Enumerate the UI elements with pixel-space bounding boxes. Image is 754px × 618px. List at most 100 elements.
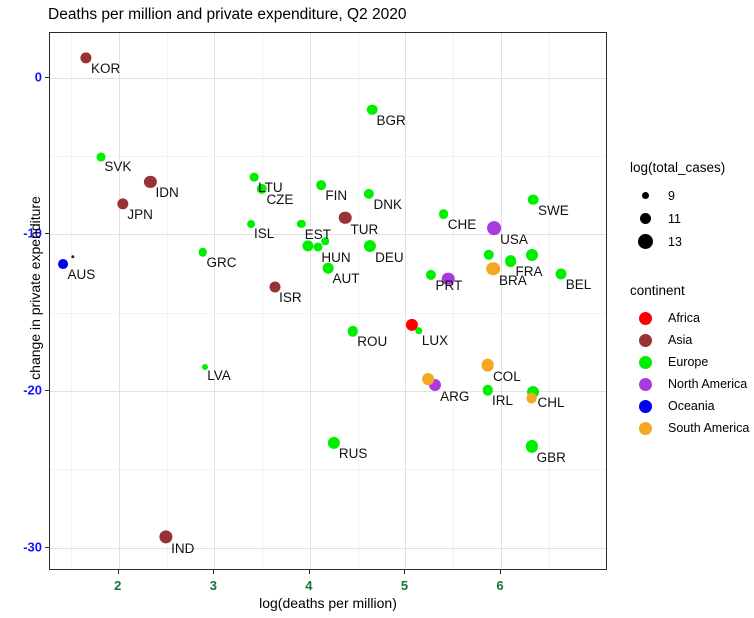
point-label: RUS (338, 446, 368, 462)
point-label: ROU (357, 334, 388, 350)
point-label: BEL (565, 277, 592, 293)
point-label: ISL (253, 226, 275, 242)
continent-legend-dot-icon (630, 399, 660, 413)
gridline-vertical (118, 33, 120, 569)
chart-root: Deaths per million and private expenditu… (0, 0, 754, 618)
size-legend-rows: 9 11 13 (630, 184, 725, 253)
continent-legend-label: Asia (668, 333, 693, 347)
size-legend: log(total_cases) 9 11 13 (630, 160, 725, 253)
point-label: GBR (536, 450, 566, 466)
continent-legend-item[interactable]: North America (630, 373, 749, 395)
size-legend-item[interactable]: 9 (630, 184, 725, 207)
point-label: PRT (435, 278, 463, 294)
size-legend-title: log(total_cases) (630, 160, 726, 175)
continent-legend-label: Oceania (668, 399, 715, 413)
point-label: LVA (207, 368, 231, 384)
continent-legend-label: Europe (668, 355, 709, 369)
continent-legend-dot-icon (630, 355, 660, 369)
point-label: IND (171, 540, 195, 556)
y-tick-mark (45, 546, 49, 548)
point-label: ISR (279, 290, 302, 306)
point-label: JPN (127, 207, 153, 223)
point-label: CHL (537, 395, 565, 411)
data-point[interactable] (483, 249, 494, 260)
y-tick-label: 0 (34, 69, 42, 85)
point-label: DNK (373, 196, 402, 212)
gridline-vertical-minor (71, 33, 73, 569)
point-label: GRC (206, 254, 237, 270)
point-label: FRA (515, 264, 543, 280)
size-legend-dot-icon (630, 234, 660, 249)
x-tick-label: 2 (114, 578, 122, 593)
gridline-vertical-minor (262, 33, 264, 569)
point-label: IRL (492, 393, 514, 409)
x-tick-mark (499, 570, 501, 574)
plot-panel[interactable]: KOR BGR SVK LTU CZE IDN FIN DNK JPN SWE TUR CHE ISL E… (49, 32, 607, 570)
gridline-horizontal-minor (50, 312, 606, 314)
size-legend-item[interactable]: 11 (630, 207, 725, 230)
point-label: FIN (325, 187, 348, 203)
continent-legend-title: continent (630, 283, 685, 298)
x-tick-label: 5 (400, 578, 409, 593)
gridline-vertical (309, 33, 311, 569)
point-label: KOR (91, 61, 121, 77)
gridline-horizontal (50, 77, 606, 79)
continent-legend-item[interactable]: Europe (630, 351, 749, 373)
point-label: BGR (376, 112, 406, 128)
gridline-vertical-minor (357, 33, 359, 569)
y-tick-mark (45, 389, 49, 391)
point-label: SWE (537, 203, 569, 218)
x-tick-label: 6 (496, 578, 504, 593)
gridline-horizontal (50, 547, 606, 549)
gridline-vertical-minor (166, 33, 168, 569)
x-tick-mark (117, 570, 119, 574)
size-legend-item[interactable]: 13 (630, 230, 725, 253)
gridline-horizontal (50, 390, 606, 392)
continent-legend-item[interactable]: Oceania (630, 395, 749, 417)
x-axis-title: log(deaths per million) (259, 595, 397, 611)
data-point[interactable] (525, 249, 538, 262)
size-legend-label: 13 (668, 234, 682, 249)
point-label: HUN (321, 249, 351, 265)
continent-legend-label: Africa (668, 311, 700, 325)
gridline-vertical (500, 33, 502, 569)
continent-legend-rows: Africa Asia Europe North America Oceania Sout… (630, 307, 749, 439)
size-legend-dot-icon (630, 192, 660, 199)
data-point[interactable] (526, 392, 537, 404)
gridline-vertical (214, 33, 216, 569)
continent-legend-dot-icon (630, 311, 660, 325)
gridline-vertical-minor (453, 33, 455, 569)
point-label: CHE (447, 216, 477, 232)
point-label: AUT (332, 271, 360, 287)
chart-title: Deaths per million and private expenditu… (48, 6, 407, 23)
size-legend-label: 9 (668, 188, 675, 203)
point-label: USA (500, 232, 528, 248)
continent-legend-item[interactable]: Asia (630, 329, 749, 351)
continent-legend-item[interactable]: South America (630, 417, 749, 439)
data-point[interactable] (71, 255, 75, 259)
data-point[interactable] (422, 373, 435, 385)
y-tick-mark (45, 76, 49, 78)
size-legend-dot-icon (630, 213, 660, 224)
point-label: DEU (375, 249, 404, 265)
y-axis-title: change in private expenditure (27, 196, 43, 380)
point-label: TUR (350, 221, 379, 237)
x-tick-label: 4 (305, 578, 313, 593)
continent-legend: continent Africa Asia Europe North America O… (630, 283, 749, 439)
continent-legend-dot-icon (630, 421, 660, 435)
point-label: CZE (266, 191, 294, 207)
data-point[interactable] (302, 240, 314, 252)
x-tick-mark (213, 570, 215, 574)
point-label: COL (492, 368, 521, 384)
continent-legend-label: South America (668, 421, 750, 435)
gridline-horizontal-minor (50, 469, 606, 471)
x-tick-mark (404, 570, 406, 574)
continent-legend-item[interactable]: Africa (630, 307, 749, 329)
point-label: LUX (421, 332, 449, 348)
x-tick-mark (308, 570, 310, 574)
continent-legend-label: North America (668, 377, 748, 391)
size-legend-label: 11 (668, 211, 681, 226)
x-tick-label: 3 (209, 578, 217, 593)
continent-legend-dot-icon (630, 333, 660, 347)
y-tick-label: -30 (23, 539, 42, 554)
